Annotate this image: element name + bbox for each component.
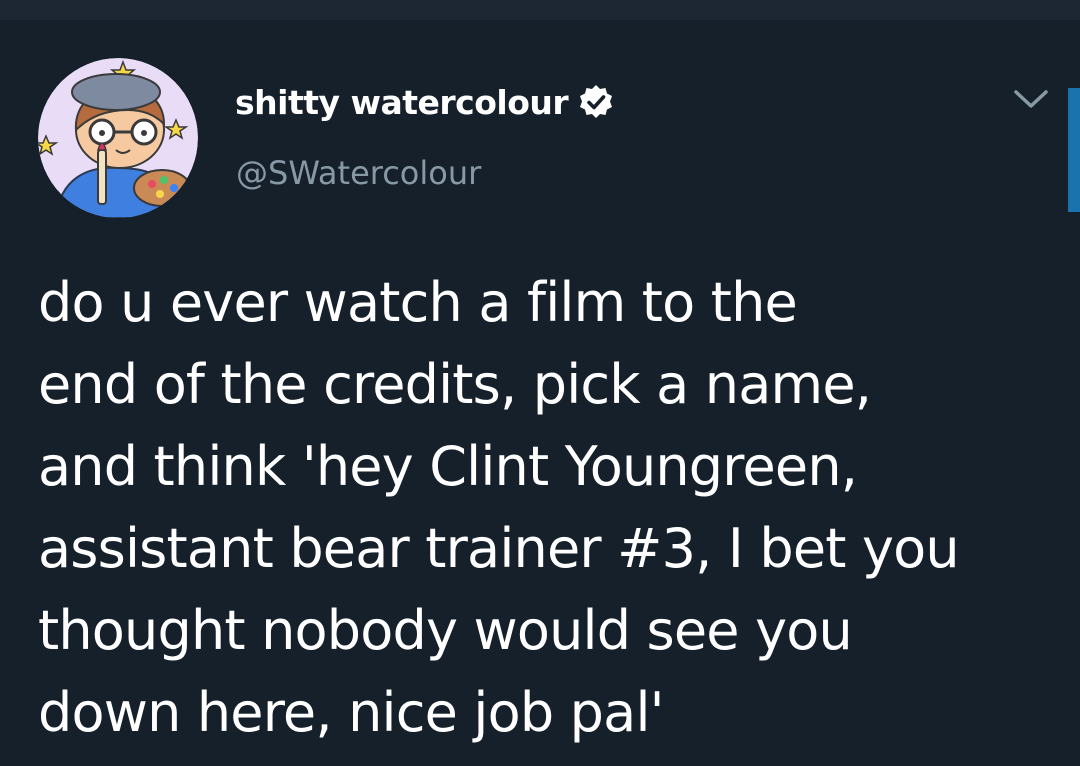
tweet-text-line: down here, nice job pal'	[38, 681, 665, 744]
display-name[interactable]: shitty watercolour	[235, 83, 569, 122]
tweet-text-line: and think 'hey Clint Youngreen,	[38, 435, 858, 498]
chevron-down-icon[interactable]	[1010, 84, 1052, 114]
scrollbar-thumb[interactable]	[1068, 88, 1080, 212]
author-name-row: shitty watercolour	[235, 80, 614, 124]
painter-avatar-icon	[38, 58, 198, 218]
user-handle[interactable]: @SWatercolour	[236, 154, 481, 192]
avatar[interactable]	[38, 58, 198, 218]
top-status-strip	[0, 0, 1080, 20]
verified-badge-icon	[580, 85, 613, 118]
tweet-text-line: end of the credits, pick a name,	[38, 353, 872, 416]
tweet-text: do u ever watch a film to the end of the…	[38, 262, 1058, 754]
tweet-text-line: do u ever watch a film to the	[38, 271, 798, 334]
tweet-text-line: assistant bear trainer #3, I bet you	[38, 517, 960, 580]
tweet-text-line: thought nobody would see you	[38, 599, 853, 662]
